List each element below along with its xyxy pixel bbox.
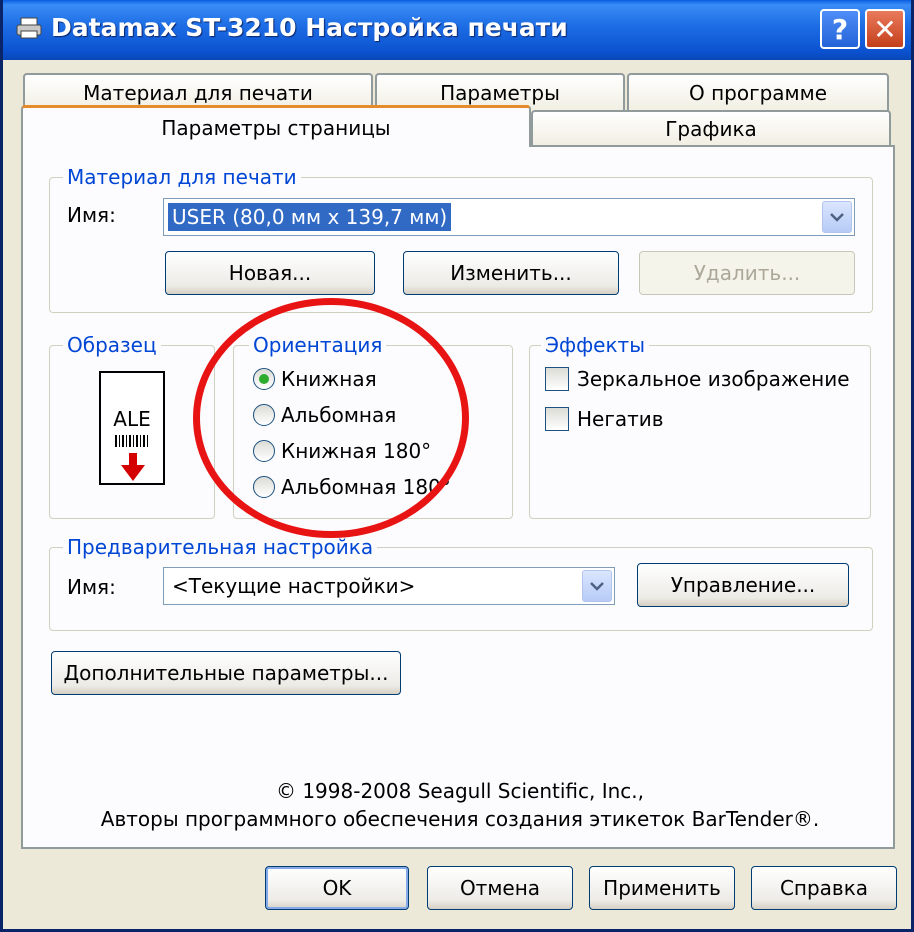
tab-about[interactable]: О программе <box>627 73 889 111</box>
sample-group-title: Образец <box>63 333 161 357</box>
effects-group-title: Эффекты <box>541 333 649 357</box>
radio-label: Книжная 180° <box>281 439 432 463</box>
radio-landscape[interactable]: Альбомная <box>253 403 396 427</box>
stock-name-value: USER (80,0 мм x 139,7 мм) <box>168 203 452 231</box>
tab-graphics[interactable]: Графика <box>531 110 891 146</box>
copyright-line-2: Авторы программного обеспечения создания… <box>100 807 820 831</box>
printer-icon <box>16 17 42 39</box>
checkbox-label: Зеркальное изображение <box>577 367 850 391</box>
preset-name-combo[interactable]: <Текущие настройки> <box>163 567 615 605</box>
radio-selected-dot <box>259 374 269 384</box>
window-title: Datamax ST-3210 Настройка печати <box>51 13 568 42</box>
print-settings-dialog: Datamax ST-3210 Настройка печати ? ✕ Мат… <box>0 0 914 932</box>
tab-label: Параметры страницы <box>161 115 391 140</box>
radio-button[interactable] <box>253 440 275 462</box>
stock-group-title: Материал для печати <box>63 165 301 189</box>
orientation-group-title: Ориентация <box>249 333 387 357</box>
radio-button[interactable] <box>253 404 275 426</box>
radio-button[interactable] <box>253 476 275 498</box>
ok-button[interactable]: OK <box>265 866 409 910</box>
radio-portrait-180[interactable]: Книжная 180° <box>253 439 431 463</box>
preset-name-label: Имя: <box>67 575 116 599</box>
radio-label: Книжная <box>281 367 377 391</box>
preset-name-value: <Текущие настройки> <box>172 574 416 598</box>
radio-landscape-180[interactable]: Альбомная 180° <box>253 475 451 499</box>
advanced-options-button[interactable]: Дополнительные параметры... <box>51 651 401 695</box>
delete-stock-button: Удалить... <box>639 251 855 295</box>
new-stock-button[interactable]: Новая... <box>165 251 375 295</box>
close-icon: ✕ <box>873 12 897 46</box>
arrow-down-icon <box>121 453 145 481</box>
radio-label: Альбомная <box>281 403 397 427</box>
chevron-down-icon[interactable] <box>582 570 612 602</box>
chevron-down-icon[interactable] <box>822 201 852 233</box>
checkbox[interactable] <box>545 407 569 431</box>
radio-portrait[interactable]: Книжная <box>253 367 377 391</box>
checkbox-negative[interactable]: Негатив <box>545 407 664 431</box>
close-button[interactable]: ✕ <box>865 9 905 49</box>
help-icon: ? <box>831 12 849 46</box>
stock-name-label: Имя: <box>67 203 116 227</box>
preview-text: ALE <box>113 407 151 431</box>
preset-group-title: Предварительная настройка <box>63 535 378 559</box>
title-bar[interactable]: Datamax ST-3210 Настройка печати ? ✕ <box>3 0 911 60</box>
help-button[interactable]: Справка <box>751 866 897 910</box>
checkbox-mirror[interactable]: Зеркальное изображение <box>545 367 850 391</box>
tab-panel-page-setup: Материал для печати Имя: USER (80,0 мм x… <box>21 145 895 849</box>
checkbox[interactable] <box>545 367 569 391</box>
tab-label: Параметры <box>440 81 560 105</box>
tab-label: Материал для печати <box>83 81 313 105</box>
copyright-line-1: © 1998-2008 Seagull Scientific, Inc., <box>275 779 645 803</box>
tab-page-setup[interactable]: Параметры страницы <box>21 105 531 147</box>
cancel-button[interactable]: Отмена <box>427 866 573 910</box>
manage-preset-button[interactable]: Управление... <box>637 563 849 607</box>
apply-button[interactable]: Применить <box>589 866 735 910</box>
checkbox-label: Негатив <box>577 407 664 431</box>
label-preview: ALE <box>99 371 165 485</box>
stock-name-combo[interactable]: USER (80,0 мм x 139,7 мм) <box>163 198 855 236</box>
radio-button[interactable] <box>253 368 275 390</box>
barcode-icon <box>115 435 149 447</box>
tab-label: О программе <box>688 81 828 105</box>
tab-label: Графика <box>665 117 757 141</box>
help-title-button[interactable]: ? <box>820 9 860 49</box>
radio-label: Альбомная 180° <box>281 475 451 499</box>
edit-stock-button[interactable]: Изменить... <box>403 251 619 295</box>
